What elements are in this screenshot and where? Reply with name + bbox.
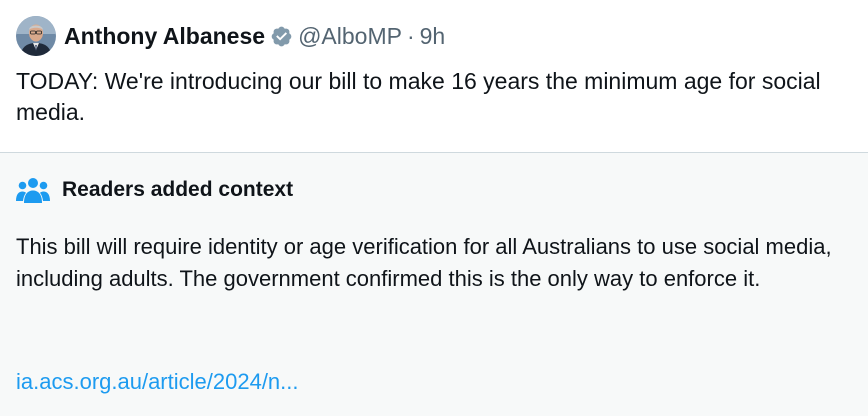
people-icon [16,178,50,203]
profile-photo-icon [16,16,56,56]
timestamp[interactable]: 9h [420,23,446,50]
tweet-text: TODAY: We're introducing our bill to mak… [16,68,821,125]
community-note-header: Readers added context [16,175,293,205]
avatar[interactable] [16,16,56,56]
tweet-header: Anthony Albanese @AlboMP · 9h [64,21,445,51]
verified-badge-icon [271,26,292,46]
community-note: Readers added context This bill will req… [0,153,868,416]
community-note-link[interactable]: ia.acs.org.au/article/2024/n... [16,366,299,398]
community-note-body: This bill will require identity or age v… [16,234,832,291]
separator-dot: · [406,22,415,49]
display-name[interactable]: Anthony Albanese [64,23,265,50]
user-handle[interactable]: @AlboMP [298,23,402,50]
tweet-card[interactable]: Anthony Albanese @AlboMP · 9h TODAY: We'… [0,0,868,153]
community-note-title: Readers added context [62,178,294,201]
